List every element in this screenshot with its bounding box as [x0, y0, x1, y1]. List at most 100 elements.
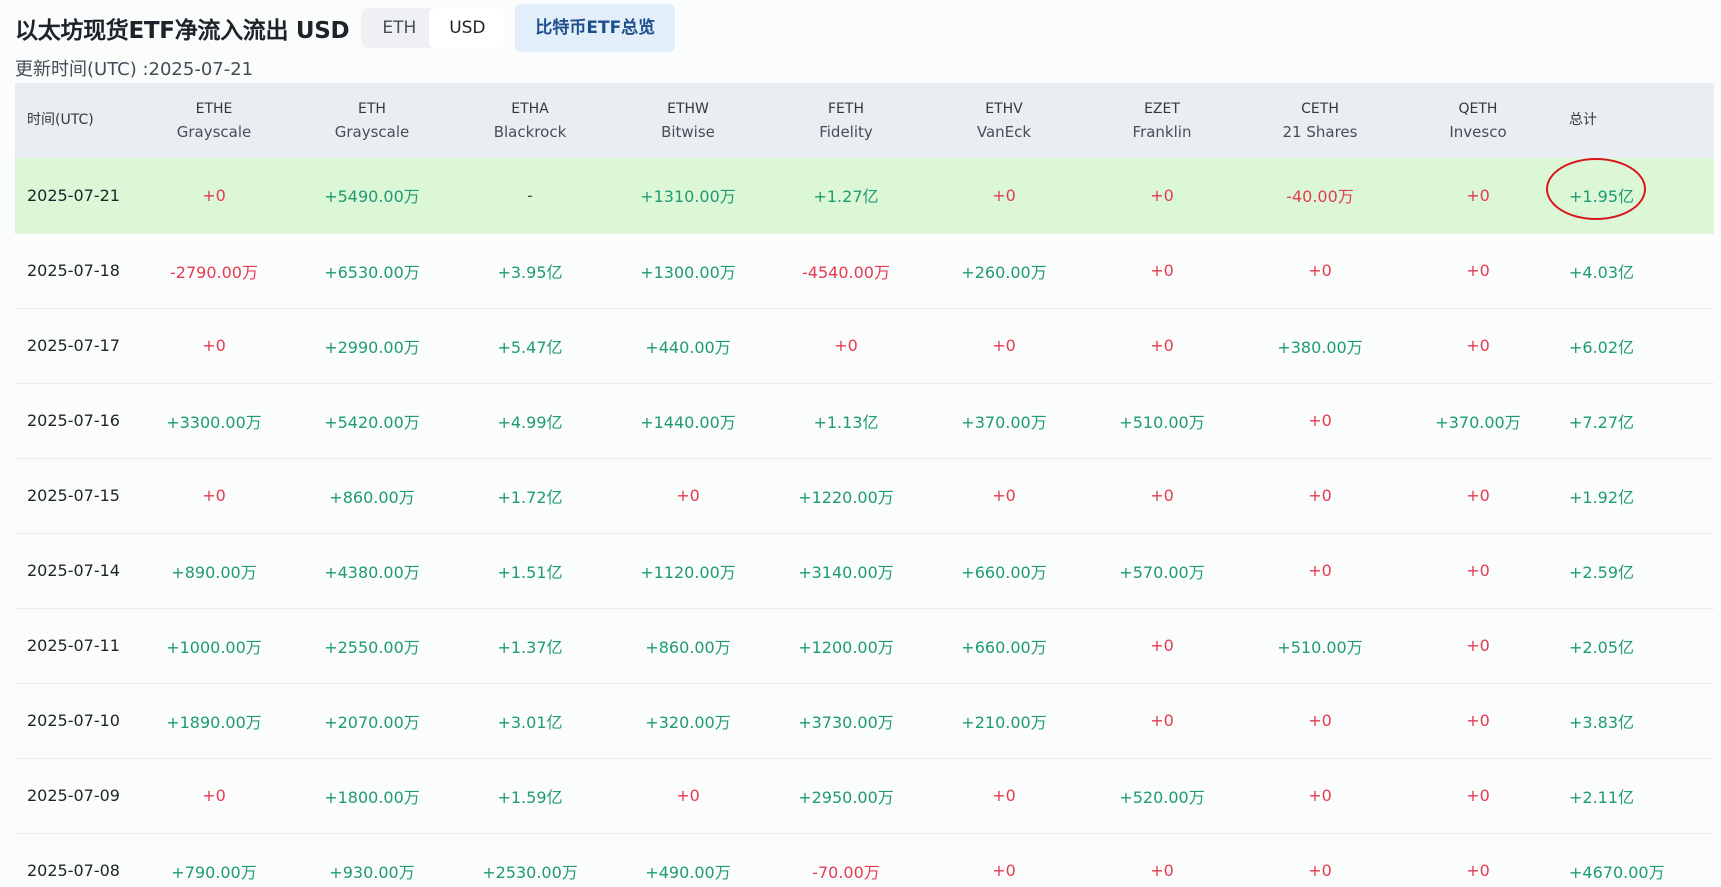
- flow-cell: +3.95亿: [497, 262, 563, 282]
- flow-cell: +0: [1150, 711, 1174, 730]
- column-header-ticker: 总计: [1569, 112, 1597, 128]
- column-header: ETHV VanEck: [925, 83, 1083, 158]
- flow-cell: +860.00万: [645, 637, 731, 657]
- column-header-ticker: ETHE: [195, 100, 233, 117]
- column-header: 时间(UTC): [15, 83, 135, 158]
- column-header-issuer: 21 Shares: [1282, 122, 1358, 141]
- flow-cell: +0: [676, 486, 700, 505]
- flow-cell: +890.00万: [171, 562, 257, 582]
- flow-cell: +0: [834, 336, 858, 355]
- flow-cell: +1120.00万: [640, 562, 736, 582]
- flow-cell: +660.00万: [961, 637, 1047, 657]
- page-title: 以太坊现货ETF净流入流出 USD: [15, 18, 350, 44]
- column-header-issuer: Blackrock: [493, 122, 567, 141]
- flow-cell: +2950.00万: [798, 787, 894, 807]
- flow-cell: +370.00万: [1435, 412, 1521, 432]
- row-total: +2.59亿: [1557, 533, 1714, 608]
- row-date: 2025-07-14: [27, 561, 120, 580]
- flow-cell: +930.00万: [329, 862, 415, 882]
- row-total-value: +3.83亿: [1569, 712, 1635, 732]
- flow-cell: +0: [1466, 861, 1490, 880]
- row-total: +2.11亿: [1557, 758, 1714, 833]
- column-header-ticker: CETH: [1301, 100, 1339, 117]
- column-header-issuer: Grayscale: [176, 122, 252, 141]
- flow-cell: +5420.00万: [324, 412, 420, 432]
- table-body: 2025-07-21 +0 +5490.00万 - +1310.00万 +1.27亿 +0 +…: [15, 158, 1714, 887]
- flow-cell: +2530.00万: [482, 862, 578, 882]
- row-total: +3.83亿: [1557, 683, 1714, 758]
- column-header: FETH Fidelity: [767, 83, 925, 158]
- flow-cell: +3.01亿: [497, 712, 563, 732]
- flow-cell: +0: [1308, 411, 1332, 430]
- row-date: 2025-07-21: [27, 185, 120, 205]
- column-header-issuer: Fidelity: [819, 122, 873, 141]
- flow-cell: +3140.00万: [798, 562, 894, 582]
- column-header: ETHA Blackrock: [451, 83, 609, 158]
- flow-cell: +0: [1466, 486, 1490, 505]
- btc-etf-overview-button[interactable]: 比特币ETF总览: [515, 4, 676, 52]
- flow-cell: +4.99亿: [497, 412, 563, 432]
- flow-cell: +0: [676, 786, 700, 805]
- flow-cell: +210.00万: [961, 712, 1047, 732]
- flow-cell: +0: [992, 486, 1016, 505]
- row-date: 2025-07-10: [27, 711, 120, 730]
- flow-cell: +860.00万: [329, 487, 415, 507]
- column-header: ETHW Bitwise: [609, 83, 767, 158]
- flow-cell: +0: [1150, 861, 1174, 880]
- column-header: QETH Invesco: [1399, 83, 1557, 158]
- flow-cell: +1220.00万: [798, 487, 894, 507]
- flow-cell: +1.13亿: [813, 412, 879, 432]
- row-total: +4670.00万: [1557, 833, 1714, 887]
- row-date: 2025-07-11: [27, 636, 120, 655]
- row-date: 2025-07-16: [27, 411, 120, 430]
- flow-cell: +0: [1466, 261, 1490, 280]
- row-total-value: +2.11亿: [1569, 787, 1635, 807]
- column-header-ticker: ETH: [358, 100, 386, 117]
- flow-cell: +0: [992, 336, 1016, 355]
- flow-cell: +1.51亿: [497, 562, 563, 582]
- etf-flow-table: 时间(UTC) ETHE Grayscale ETH Grayscale ETHA Blac…: [15, 83, 1714, 887]
- table-row: 2025-07-18 -2790.00万 +6530.00万 +3.95亿 +1300.…: [15, 233, 1714, 308]
- column-header-issuer: Invesco: [1449, 122, 1507, 141]
- flow-cell: +0: [1308, 786, 1332, 805]
- flow-cell: -70.00万: [812, 862, 880, 882]
- flow-cell: +0: [1150, 261, 1174, 280]
- table-row: 2025-07-10 +1890.00万 +2070.00万 +3.01亿 +320.0…: [15, 683, 1714, 758]
- table-row: 2025-07-11 +1000.00万 +2550.00万 +1.37亿 +860.0…: [15, 608, 1714, 683]
- column-header: ETHE Grayscale: [135, 83, 293, 158]
- flow-cell: +0: [1466, 636, 1490, 655]
- column-header-ticker: ETHA: [511, 100, 549, 117]
- flow-cell: +0: [1466, 185, 1490, 205]
- row-total: +1.95亿: [1546, 158, 1714, 233]
- column-header-issuer: Franklin: [1132, 122, 1192, 141]
- flow-cell: +0: [202, 786, 226, 805]
- unit-option-usd[interactable]: USD: [429, 8, 506, 48]
- flow-cell: +0: [992, 185, 1016, 205]
- column-header-issuer: VanEck: [976, 122, 1032, 141]
- flow-cell: +0: [992, 786, 1016, 805]
- flow-cell: +320.00万: [645, 712, 731, 732]
- flow-cell: +0: [1150, 486, 1174, 505]
- row-date: 2025-07-09: [27, 786, 120, 805]
- flow-cell: +0: [992, 861, 1016, 880]
- table-row: 2025-07-14 +890.00万 +4380.00万 +1.51亿 +1120.0…: [15, 533, 1714, 608]
- column-header-ticker: FETH: [828, 100, 864, 117]
- flow-cell: +490.00万: [645, 862, 731, 882]
- flow-cell: +0: [1308, 486, 1332, 505]
- flow-cell: +1800.00万: [324, 787, 420, 807]
- flow-cell: +2070.00万: [324, 712, 420, 732]
- flow-cell: +0: [1150, 336, 1174, 355]
- flow-cell: +790.00万: [171, 862, 257, 882]
- unit-option-eth[interactable]: ETH: [361, 8, 437, 48]
- table-row: 2025-07-17 +0 +2990.00万 +5.47亿 +440.00万 +0 +0 +…: [15, 308, 1714, 383]
- column-header-ticker: ETHW: [667, 100, 709, 117]
- flow-cell: +0: [1150, 636, 1174, 655]
- flow-cell: +3300.00万: [166, 412, 262, 432]
- row-total-value: +1.92亿: [1569, 487, 1635, 507]
- unit-toggle: ETH USD: [361, 8, 506, 48]
- table-row: 2025-07-09 +0 +1800.00万 +1.59亿 +0 +2950.00万 +0…: [15, 758, 1714, 833]
- row-total: +2.05亿: [1557, 608, 1714, 683]
- row-total: +1.92亿: [1557, 458, 1714, 533]
- flow-cell: +0: [202, 185, 226, 205]
- flow-cell: +510.00万: [1119, 412, 1205, 432]
